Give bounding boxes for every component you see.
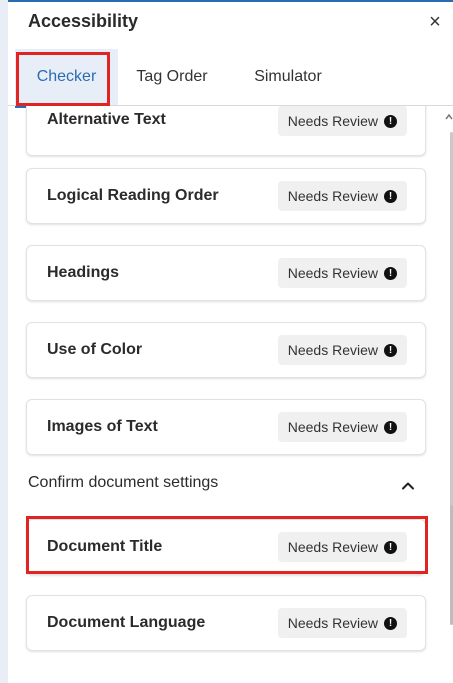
- status-text: Needs Review: [287, 188, 378, 204]
- status-text: Needs Review: [287, 615, 378, 631]
- close-button[interactable]: ×: [423, 10, 447, 34]
- check-item-headings[interactable]: Headings Needs Review !: [26, 245, 426, 301]
- check-item-label: Use of Color: [47, 341, 143, 358]
- alert-icon: !: [384, 540, 397, 554]
- panel-title: Accessibility: [28, 11, 139, 31]
- tab-simulator[interactable]: Simulator: [240, 49, 336, 105]
- alert-icon: !: [384, 114, 397, 128]
- chevron-up-icon[interactable]: [400, 478, 416, 494]
- alert-icon: !: [384, 189, 397, 203]
- scroll-up-arrow-icon[interactable]: [445, 112, 453, 122]
- check-item-document-title[interactable]: Document Title Needs Review !: [26, 519, 426, 575]
- status-text: Needs Review: [287, 419, 378, 435]
- check-item-alternative-text[interactable]: Alternative Text Needs Review !: [26, 106, 426, 156]
- section-header-document-settings[interactable]: Confirm document settings: [28, 474, 428, 498]
- check-item-label: Alternative Text: [47, 111, 166, 128]
- alert-icon: !: [384, 616, 397, 630]
- accessibility-panel: Accessibility × Checker Tag Order Simula…: [0, 0, 453, 683]
- tab-tag-order[interactable]: Tag Order: [124, 49, 220, 105]
- alert-icon: !: [384, 266, 397, 280]
- status-text: Needs Review: [287, 539, 378, 555]
- checker-list[interactable]: Alternative Text Needs Review ! Logical …: [8, 106, 453, 683]
- status-badge: Needs Review !: [277, 532, 407, 562]
- check-item-label: Document Language: [47, 614, 206, 631]
- check-item-document-language[interactable]: Document Language Needs Review !: [26, 595, 426, 651]
- status-badge: Needs Review !: [277, 258, 407, 288]
- status-text: Needs Review: [287, 265, 378, 281]
- alert-icon: !: [384, 420, 397, 434]
- close-icon: ×: [429, 10, 441, 33]
- top-accent-line: [8, 0, 453, 2]
- status-badge: Needs Review !: [277, 181, 407, 211]
- status-text: Needs Review: [287, 113, 378, 129]
- status-badge: Needs Review !: [277, 412, 407, 442]
- status-badge: Needs Review !: [277, 608, 407, 638]
- check-item-label: Document Title: [47, 538, 163, 555]
- tab-bar: Checker Tag Order Simulator: [8, 49, 453, 108]
- check-item-label: Images of Text: [47, 418, 158, 435]
- status-text: Needs Review: [287, 342, 378, 358]
- check-item-label: Headings: [47, 264, 120, 281]
- section-title: Confirm document settings: [28, 474, 219, 491]
- check-item-logical-reading-order[interactable]: Logical Reading Order Needs Review !: [26, 168, 426, 224]
- check-item-images-of-text[interactable]: Images of Text Needs Review !: [26, 399, 426, 455]
- status-badge: Needs Review !: [277, 335, 407, 365]
- check-item-use-of-color[interactable]: Use of Color Needs Review !: [26, 322, 426, 378]
- tab-checker[interactable]: Checker: [15, 49, 118, 108]
- status-badge: Needs Review !: [277, 106, 407, 136]
- check-item-label: Logical Reading Order: [47, 187, 219, 204]
- left-edge-divider: [0, 0, 8, 683]
- alert-icon: !: [384, 343, 397, 357]
